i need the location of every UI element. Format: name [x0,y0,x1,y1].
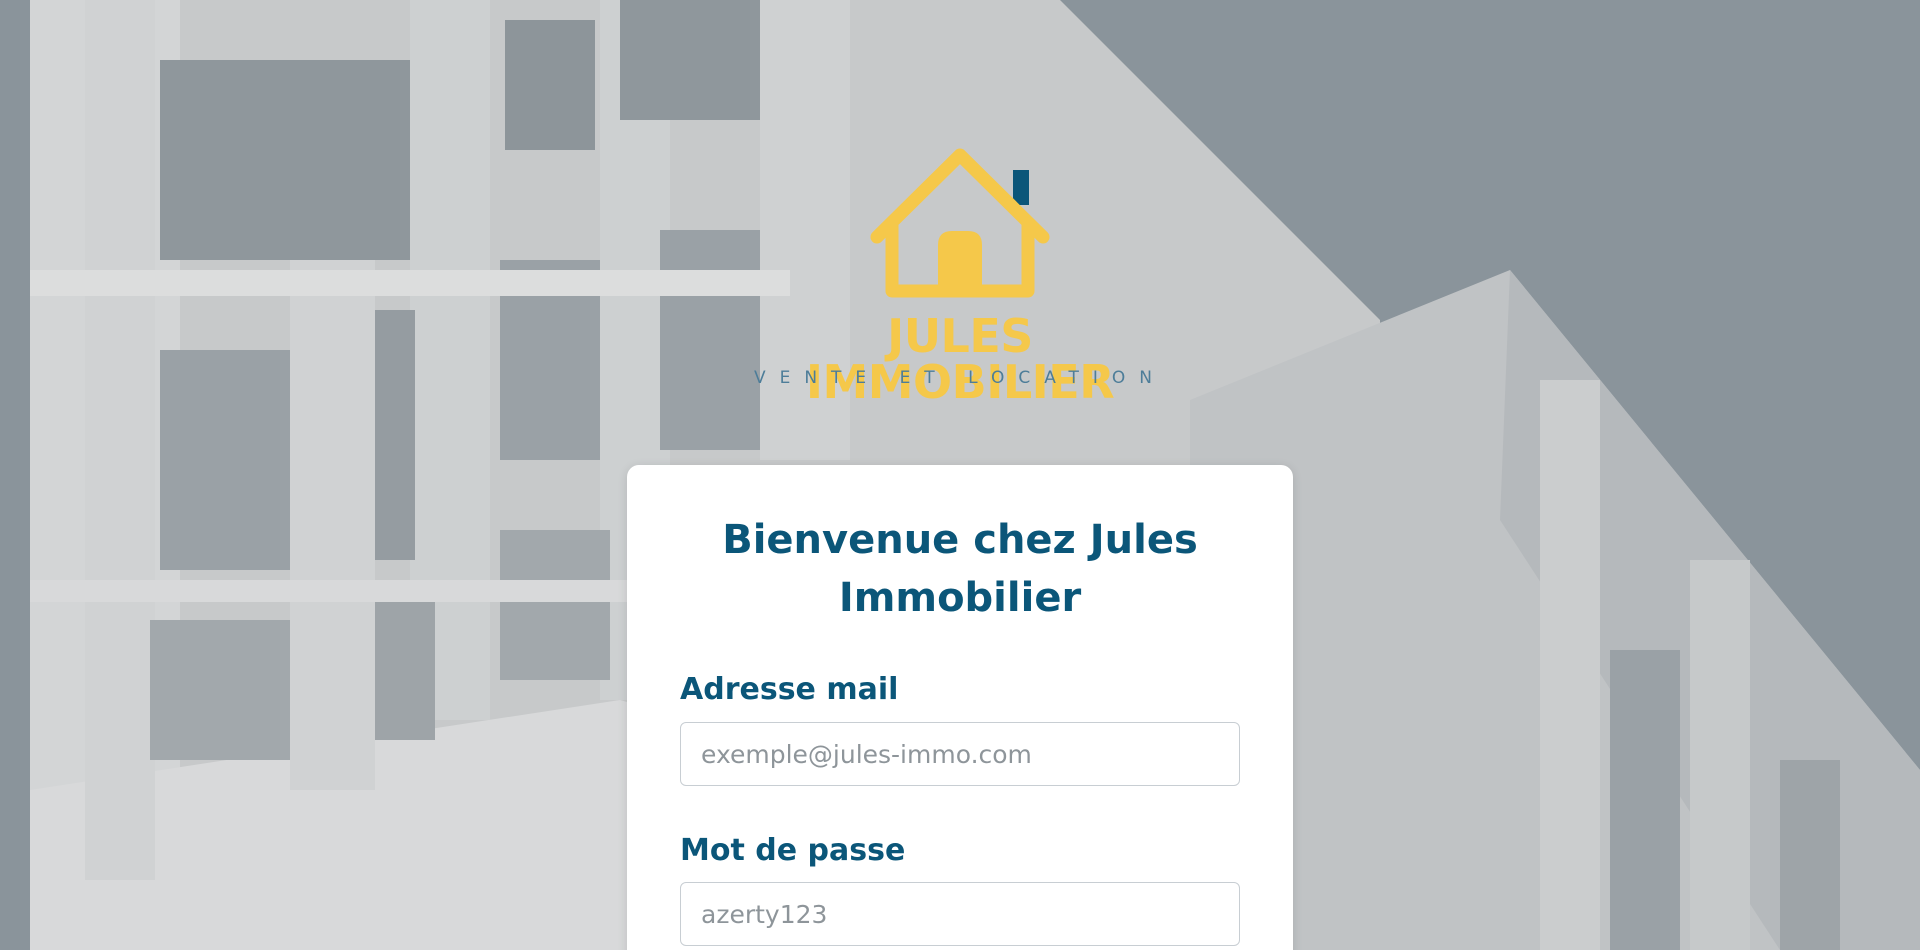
brand-name: JULES IMMOBILIER [805,309,1115,409]
password-field[interactable] [680,882,1240,946]
password-label: Mot de passe [680,833,906,868]
login-card: Bienvenue chez Jules Immobilier Adresse … [627,465,1293,950]
brand-logo: JULES IMMOBILIER VENTE ET LOCATION [730,145,1190,405]
house-icon [870,148,1050,298]
email-label: Adresse mail [680,672,899,707]
brand-tagline: VENTE ET LOCATION [753,368,1167,388]
welcome-title: Bienvenue chez Jules Immobilier [722,517,1198,621]
login-page: JULES IMMOBILIER VENTE ET LOCATION Bienv… [0,0,1920,950]
email-field[interactable] [680,722,1240,786]
